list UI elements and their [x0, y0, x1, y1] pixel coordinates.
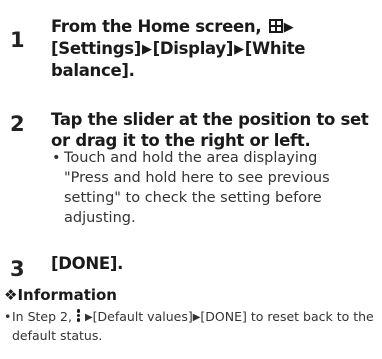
- step-text-settings: [Settings]: [51, 39, 141, 58]
- step-text: From the Home screen, ▶ [Settings]▶[Displ…: [51, 16, 376, 81]
- step-2-note: • Touch and hold the area displaying "Pr…: [52, 148, 364, 228]
- information-note: • In Step 2, ▶[Default values]▶[DONE] to …: [4, 308, 374, 345]
- information-prefix: In Step 2,: [12, 309, 72, 324]
- bullet-dot: •: [52, 150, 61, 166]
- step-number: 2: [10, 112, 25, 136]
- arrow-icon: ▶: [234, 42, 244, 57]
- information-part1: [Default values]: [92, 309, 193, 324]
- bullet-dot: •: [4, 309, 12, 324]
- information-mark-icon: ❖: [4, 286, 18, 304]
- arrow-icon: ▶: [283, 20, 294, 35]
- step-text: Tap the slider at the position to set or…: [51, 110, 369, 150]
- arrow-icon: ▶: [141, 42, 152, 57]
- step-2-note-text: Touch and hold the area displaying "Pres…: [64, 150, 330, 226]
- information-heading: ❖Information: [4, 286, 117, 304]
- step-text: [DONE].: [51, 254, 124, 273]
- step-number: 1: [10, 28, 25, 52]
- instruction-document: 1 From the Home screen, ▶ [Settings]▶[Dis…: [0, 0, 382, 359]
- apps-grid-icon: [268, 19, 283, 33]
- information-title: Information: [17, 286, 117, 304]
- step-number: 3: [10, 257, 25, 281]
- overflow-menu-icon: [76, 309, 81, 322]
- step-text-before: From the Home screen,: [51, 17, 267, 36]
- step-text-display: [Display]: [152, 39, 234, 58]
- arrow-icon: ▶: [84, 312, 93, 323]
